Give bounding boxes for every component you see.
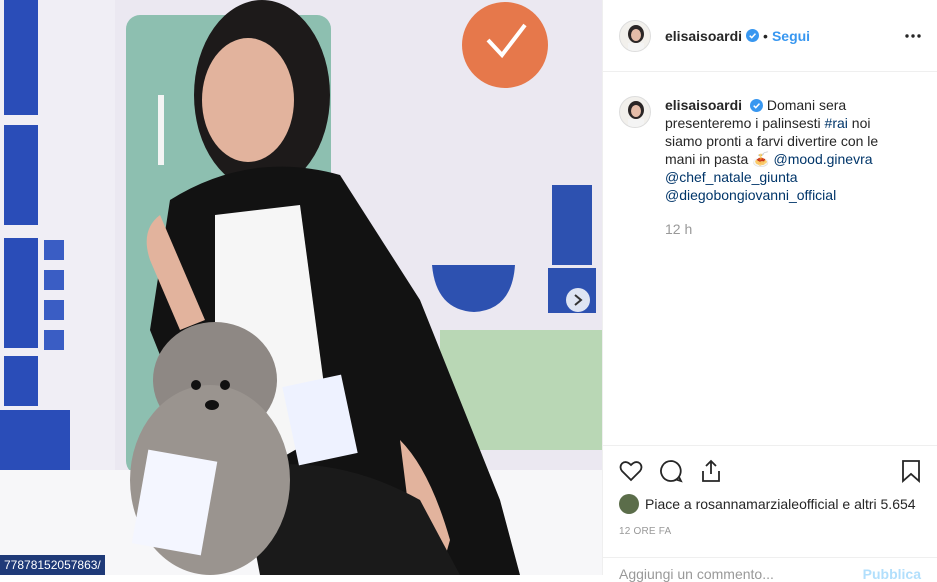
- caption-avatar[interactable]: [619, 96, 651, 128]
- avatar[interactable]: [619, 19, 651, 52]
- share-icon[interactable]: [699, 459, 723, 483]
- hashtag-link[interactable]: #rai: [825, 115, 848, 131]
- comment-bar: Aggiungi un commento... Pubblica: [603, 557, 937, 582]
- pasta-emoji: 🍝: [752, 151, 770, 167]
- post-time[interactable]: 12 h: [665, 220, 895, 238]
- action-bar: Piace a rosannamarzialeofficial e altri …: [603, 445, 937, 537]
- caption-username[interactable]: elisaisoardi: [665, 97, 742, 113]
- heart-icon[interactable]: [619, 460, 643, 482]
- comment-input[interactable]: Aggiungi un commento...: [619, 566, 774, 582]
- likes-row: Piace a rosannamarzialeofficial e altri …: [619, 494, 921, 514]
- separator-dot: •: [763, 27, 768, 44]
- post-image[interactable]: 77878152057863/: [0, 0, 602, 575]
- caption-text: elisaisoardi Domani sera presenteremo i …: [665, 96, 895, 238]
- caption: elisaisoardi Domani sera presenteremo i …: [603, 72, 937, 238]
- publish-button[interactable]: Pubblica: [863, 566, 921, 582]
- next-image-button[interactable]: [566, 288, 590, 312]
- username[interactable]: elisaisoardi: [665, 28, 742, 44]
- verified-badge-icon: [749, 99, 763, 112]
- comment-icon[interactable]: [659, 459, 683, 483]
- mention-link[interactable]: @mood.ginevra: [774, 151, 873, 167]
- mention-link[interactable]: @diegobongiovanni_official: [665, 187, 836, 203]
- post-header: elisaisoardi • Segui: [603, 0, 937, 72]
- likes-text[interactable]: Piace a rosannamarzialeofficial e altri …: [645, 496, 916, 512]
- post-photo: [0, 0, 602, 575]
- verified-badge-icon: [746, 29, 760, 42]
- post-side-panel: elisaisoardi • Segui elisaisoardi Domani…: [602, 0, 937, 582]
- follow-button[interactable]: Segui: [772, 28, 810, 44]
- mention-link[interactable]: @chef_natale_giunta: [665, 169, 798, 185]
- more-options-icon[interactable]: [905, 33, 921, 38]
- bookmark-icon[interactable]: [901, 459, 921, 483]
- time-ago: 12 ORE FA: [619, 526, 672, 537]
- status-url: 77878152057863/: [0, 555, 105, 575]
- liker-avatar[interactable]: [619, 494, 639, 514]
- next-arrow-icon: [574, 294, 583, 306]
